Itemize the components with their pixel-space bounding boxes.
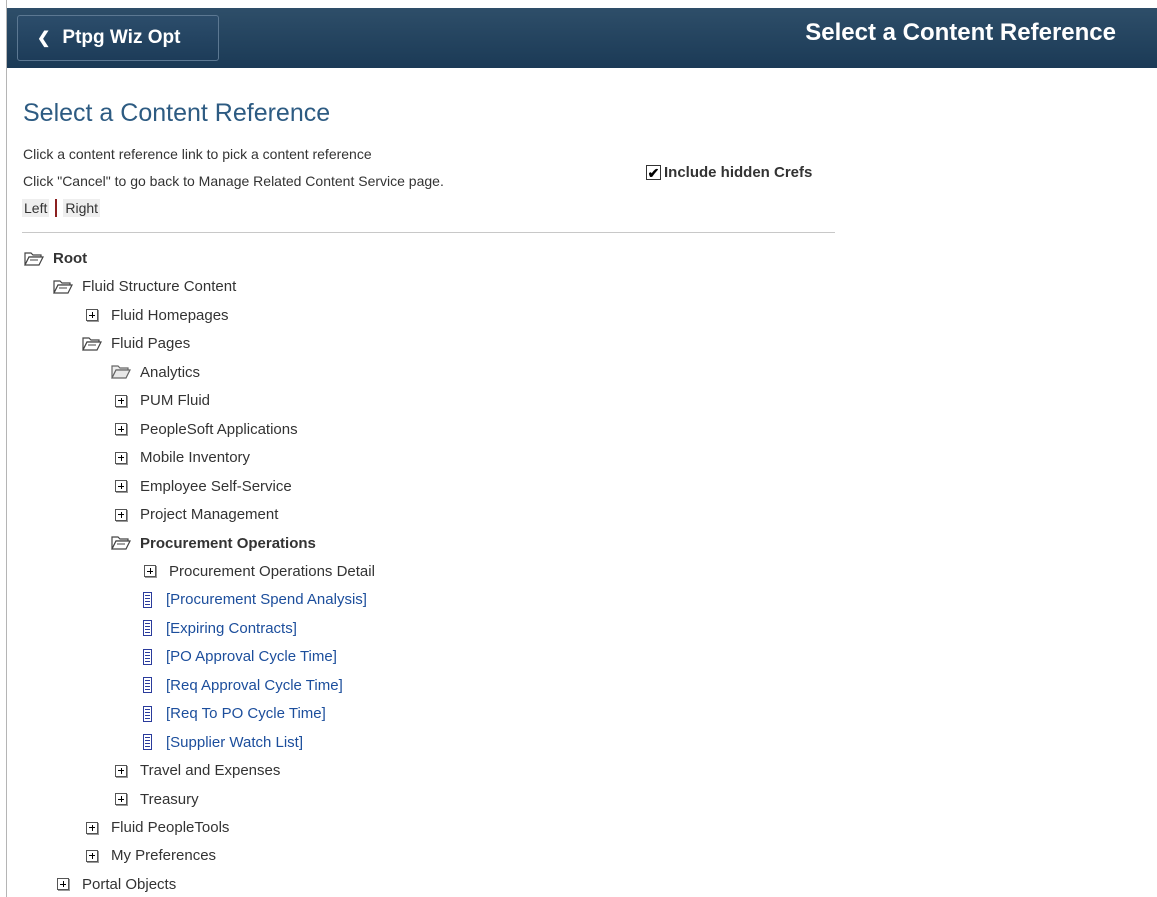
right-button[interactable]: Right (63, 199, 101, 217)
open-folder-icon[interactable] (111, 535, 131, 551)
instruction-text-1: Click a content reference link to pick a… (23, 146, 372, 162)
header-title: Select a Content Reference (805, 19, 1116, 46)
tree-node[interactable]: Root (24, 250, 87, 267)
expand-plus-icon[interactable] (115, 793, 127, 806)
expand-plus-icon[interactable] (86, 849, 98, 862)
expand-plus-icon[interactable] (144, 565, 156, 578)
tree-node-label: My Preferences (111, 847, 217, 865)
content-reference-link[interactable]: [Expiring Contracts] (140, 620, 297, 637)
empty-folder-icon[interactable] (111, 364, 131, 380)
document-icon (143, 591, 152, 608)
include-hidden-label: Include hidden Crefs (664, 164, 813, 181)
left-right-toggle: Left Right (22, 199, 101, 217)
tree-node-label[interactable]: [Expiring Contracts] (166, 620, 297, 637)
page-title: Select a Content Reference (23, 99, 331, 127)
tree-node-label: Fluid Homepages (111, 306, 229, 324)
tree-node-label: Fluid Structure Content (82, 278, 237, 296)
tree-node[interactable]: Mobile Inventory (111, 449, 250, 466)
tree-node[interactable]: Employee Self-Service (111, 478, 292, 495)
tree-node[interactable]: Treasury (111, 791, 199, 808)
expand-plus-icon[interactable] (115, 451, 127, 464)
expand-plus-icon[interactable] (86, 821, 98, 834)
expand-plus-icon[interactable] (115, 423, 127, 436)
expand-plus-icon[interactable] (57, 878, 69, 891)
back-button-label: Ptpg Wiz Opt (62, 27, 181, 48)
content-reference-link[interactable]: [Procurement Spend Analysis] (140, 591, 367, 608)
tree-node-label[interactable]: [PO Approval Cycle Time] (166, 648, 337, 665)
open-folder-icon[interactable] (82, 336, 102, 352)
tree-node-label: Procurement Operations (140, 534, 316, 552)
tree-node-label[interactable]: [Req To PO Cycle Time] (166, 705, 326, 722)
tree-node-label[interactable]: [Req Approval Cycle Time] (166, 677, 343, 694)
tree-node-label: Fluid PeopleTools (111, 819, 230, 836)
tree-node-label[interactable]: [Supplier Watch List] (166, 734, 303, 751)
tree-node[interactable]: Project Management (111, 506, 278, 523)
expand-plus-icon[interactable] (86, 309, 98, 322)
content-reference-link[interactable]: [Supplier Watch List] (140, 734, 303, 751)
tree-node[interactable]: Procurement Operations (111, 535, 316, 552)
content-reference-link[interactable]: [Req To PO Cycle Time] (140, 705, 326, 722)
document-icon (143, 677, 152, 694)
tree-node[interactable]: Fluid Homepages (82, 307, 229, 324)
left-border (6, 0, 7, 897)
tree-node[interactable]: Travel and Expenses (111, 762, 280, 779)
open-folder-icon[interactable] (53, 279, 73, 295)
tree-node-label: Fluid Pages (111, 335, 191, 353)
include-hidden-checkbox[interactable]: ✔ (646, 165, 661, 180)
left-button[interactable]: Left (22, 199, 50, 217)
tree-node-label[interactable]: [Procurement Spend Analysis] (166, 591, 367, 608)
tree-node-label: Root (53, 250, 88, 267)
document-icon (143, 620, 152, 637)
page-header: ❮ Ptpg Wiz Opt Select a Content Referenc… (7, 0, 1157, 68)
open-folder-icon[interactable] (24, 251, 44, 267)
tree-node[interactable]: Portal Objects (53, 876, 176, 893)
tree-node-label: Procurement Operations Detail (169, 562, 375, 580)
tree-node[interactable]: Fluid PeopleTools (82, 819, 229, 836)
expand-plus-icon[interactable] (115, 508, 127, 521)
tree-node[interactable]: My Preferences (82, 847, 216, 864)
tree-node[interactable]: Analytics (111, 364, 200, 381)
tree-node-label: PeopleSoft Applications (140, 420, 298, 438)
document-icon (143, 705, 152, 722)
tree-node-label: Analytics (140, 363, 201, 381)
expand-plus-icon[interactable] (115, 394, 127, 407)
content-reference-link[interactable]: [PO Approval Cycle Time] (140, 648, 337, 665)
expand-plus-icon[interactable] (115, 764, 127, 777)
content-reference-link[interactable]: [Req Approval Cycle Time] (140, 677, 343, 694)
tree-node-label: Project Management (140, 506, 279, 524)
tree-node-label: Employee Self-Service (140, 477, 292, 495)
tree-node[interactable]: Fluid Pages (82, 335, 190, 352)
chevron-left-icon: ❮ (37, 30, 51, 47)
tree-node-label: PUM Fluid (140, 392, 211, 410)
tree-node-label: Treasury (140, 790, 199, 808)
back-button[interactable]: ❮ Ptpg Wiz Opt (17, 15, 219, 61)
instruction-text-2: Click "Cancel" to go back to Manage Rela… (23, 173, 444, 189)
separator (55, 199, 58, 217)
tree-node[interactable]: PeopleSoft Applications (111, 421, 298, 438)
expand-plus-icon[interactable] (115, 480, 127, 493)
include-hidden-crefs[interactable]: ✔ Include hidden Crefs (646, 164, 812, 181)
tree-node-label: Portal Objects (82, 875, 177, 893)
document-icon (143, 734, 152, 751)
tree-node-label: Travel and Expenses (140, 762, 281, 780)
tree-node[interactable]: Fluid Structure Content (53, 278, 236, 295)
tree-node[interactable]: PUM Fluid (111, 392, 210, 409)
tree-node[interactable]: Procurement Operations Detail (140, 563, 375, 580)
document-icon (143, 648, 152, 665)
tree-node-label: Mobile Inventory (140, 449, 251, 467)
divider (22, 232, 835, 233)
